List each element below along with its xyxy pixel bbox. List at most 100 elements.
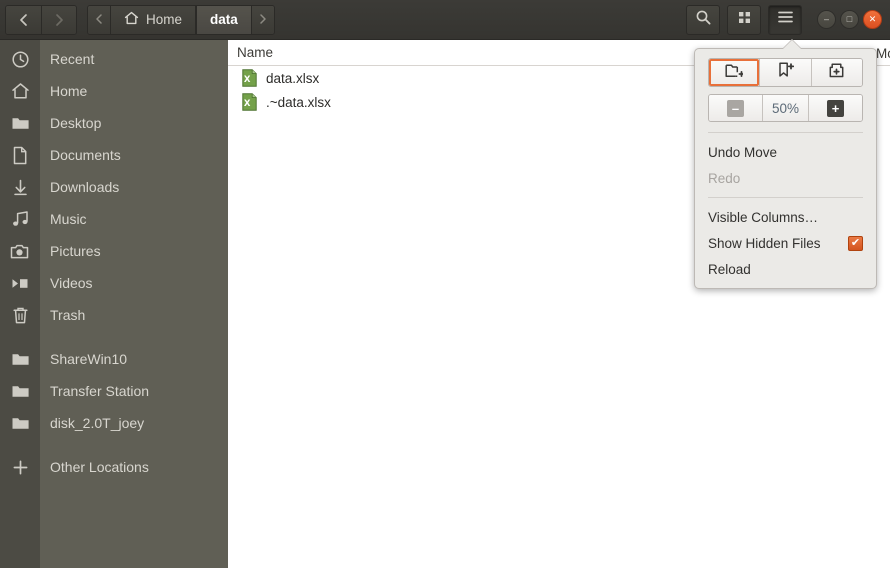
sidebar-item-pictures[interactable]: Pictures bbox=[0, 235, 228, 267]
menu-item-reload[interactable]: Reload bbox=[695, 256, 876, 282]
sidebar-separator bbox=[0, 439, 228, 451]
chevron-right-icon bbox=[259, 13, 267, 26]
popover-divider bbox=[708, 132, 863, 133]
grid-view-icon bbox=[737, 10, 752, 30]
svg-text:X: X bbox=[244, 99, 251, 109]
sidebar-item-desktop[interactable]: Desktop bbox=[0, 107, 228, 139]
breadcrumb-item-data[interactable]: data bbox=[196, 5, 252, 34]
navigation-button-group bbox=[5, 4, 77, 35]
menu-item-visible-columns[interactable]: Visible Columns… bbox=[695, 204, 876, 230]
header-right-group: – □ ✕ bbox=[686, 4, 890, 35]
sidebar-item-label: Documents bbox=[50, 147, 121, 163]
menu-item-label: Redo bbox=[708, 170, 741, 186]
document-icon bbox=[0, 139, 40, 171]
menu-item-label: Visible Columns… bbox=[708, 209, 819, 225]
trash-icon bbox=[0, 299, 40, 331]
sidebar-item-music[interactable]: Music bbox=[0, 203, 228, 235]
breadcrumb-scroll-right[interactable] bbox=[251, 5, 274, 34]
chevron-right-icon bbox=[52, 13, 66, 27]
menu-item-show-hidden-files[interactable]: Show Hidden Files ✔ bbox=[695, 230, 876, 256]
bookmark-add-icon bbox=[828, 63, 845, 83]
plus-icon bbox=[0, 451, 40, 483]
video-icon bbox=[0, 267, 40, 299]
header-bar: Home data – □ ✕ bbox=[0, 0, 890, 40]
menu-item-label: Undo Move bbox=[708, 144, 778, 160]
zoom-in-icon: + bbox=[827, 99, 844, 117]
sidebar-item-label: Transfer Station bbox=[50, 383, 150, 399]
folder-icon bbox=[0, 343, 40, 375]
sidebar-item-documents[interactable]: Documents bbox=[0, 139, 228, 171]
column-header-modified[interactable]: Modified bbox=[876, 40, 890, 66]
clock-icon bbox=[0, 43, 40, 75]
add-bookmark-button[interactable] bbox=[759, 59, 811, 86]
view-options-button[interactable] bbox=[727, 4, 761, 35]
sidebar-item-downloads[interactable]: Downloads bbox=[0, 171, 228, 203]
add-bookmark-icon bbox=[777, 62, 795, 83]
zoom-out-button[interactable]: – bbox=[709, 95, 762, 121]
show-hidden-files-checkbox[interactable]: ✔ bbox=[848, 235, 863, 251]
forward-button[interactable] bbox=[41, 5, 76, 34]
download-icon bbox=[0, 171, 40, 203]
search-button[interactable] bbox=[686, 4, 720, 35]
file-name: data.xlsx bbox=[266, 70, 320, 86]
sidebar-item-label: disk_2.0T_joey bbox=[50, 415, 145, 431]
maximize-button[interactable]: □ bbox=[840, 10, 859, 29]
zoom-control: – 50% + bbox=[708, 94, 863, 122]
folder-icon bbox=[0, 107, 40, 139]
search-icon bbox=[695, 9, 712, 31]
breadcrumb-item-home[interactable]: Home bbox=[110, 5, 197, 34]
sidebar-item-home[interactable]: Home bbox=[0, 75, 228, 107]
file-name: .~data.xlsx bbox=[266, 94, 331, 110]
menu-item-label: Reload bbox=[708, 261, 751, 277]
sidebar: Recent Home Desktop Documents Downloads … bbox=[0, 40, 228, 568]
close-button[interactable]: ✕ bbox=[863, 10, 882, 29]
menu-item-undo[interactable]: Undo Move bbox=[695, 139, 876, 165]
minimize-button[interactable]: – bbox=[817, 10, 836, 29]
popover-divider bbox=[708, 197, 863, 198]
zoom-level-label: 50% bbox=[762, 95, 809, 121]
chevron-left-icon bbox=[95, 13, 103, 26]
sidebar-item-label: ShareWin10 bbox=[50, 351, 128, 367]
sidebar-item-label: Music bbox=[50, 211, 87, 227]
breadcrumb-label: data bbox=[210, 12, 238, 27]
new-window-bookmark-button[interactable] bbox=[810, 59, 862, 86]
maximize-icon: □ bbox=[846, 14, 853, 24]
sidebar-item-trash[interactable]: Trash bbox=[0, 299, 228, 331]
sidebar-item-label: Recent bbox=[50, 51, 95, 67]
sidebar-item-disk-2-0t-joey[interactable]: disk_2.0T_joey bbox=[0, 407, 228, 439]
breadcrumb: Home data bbox=[87, 4, 275, 35]
popover-arrow bbox=[783, 40, 801, 49]
window-controls: – □ ✕ bbox=[817, 10, 882, 29]
folder-icon bbox=[0, 375, 40, 407]
column-header-name[interactable]: Name bbox=[228, 45, 273, 60]
sidebar-separator bbox=[0, 331, 228, 343]
main-menu-popover: – 50% + Undo Move Redo Visible Columns… … bbox=[694, 40, 877, 289]
back-button[interactable] bbox=[6, 5, 41, 34]
sidebar-item-label: Desktop bbox=[50, 115, 102, 131]
breadcrumb-label: Home bbox=[146, 12, 183, 27]
menu-item-label: Show Hidden Files bbox=[708, 235, 821, 251]
header-left-group: Home data bbox=[0, 4, 275, 35]
sidebar-item-recent[interactable]: Recent bbox=[0, 43, 228, 75]
sidebar-item-label: Other Locations bbox=[50, 459, 149, 475]
zoom-in-button[interactable]: + bbox=[809, 95, 862, 121]
sidebar-item-transfer-station[interactable]: Transfer Station bbox=[0, 375, 228, 407]
check-icon: ✔ bbox=[850, 236, 861, 249]
excel-file-icon: X bbox=[242, 69, 257, 87]
close-icon: ✕ bbox=[868, 14, 877, 24]
menu-item-redo[interactable]: Redo bbox=[695, 165, 876, 191]
main-menu-button[interactable] bbox=[768, 4, 802, 35]
sidebar-item-sharewin10[interactable]: ShareWin10 bbox=[0, 343, 228, 375]
music-note-icon bbox=[0, 203, 40, 235]
sidebar-item-label: Home bbox=[50, 83, 88, 99]
new-folder-icon bbox=[725, 63, 745, 83]
folder-icon bbox=[0, 407, 40, 439]
sidebar-item-label: Pictures bbox=[50, 243, 101, 259]
home-icon bbox=[124, 11, 139, 28]
sidebar-item-videos[interactable]: Videos bbox=[0, 267, 228, 299]
new-folder-button[interactable] bbox=[709, 59, 760, 86]
breadcrumb-scroll-left[interactable] bbox=[88, 5, 110, 34]
popover-action-buttons bbox=[708, 58, 863, 87]
minimize-icon: – bbox=[823, 14, 829, 24]
sidebar-item-other-locations[interactable]: Other Locations bbox=[0, 451, 228, 483]
